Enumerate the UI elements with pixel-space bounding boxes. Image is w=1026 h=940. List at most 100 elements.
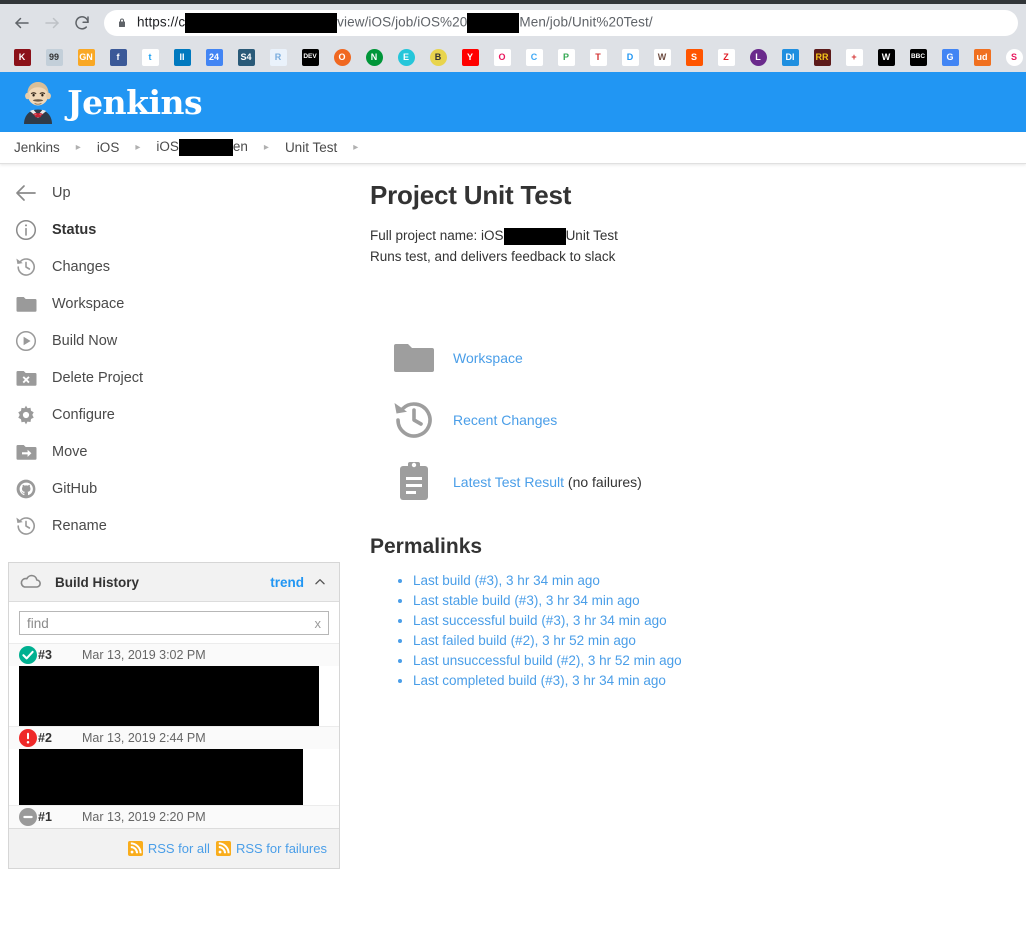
- bookmark-nginx[interactable]: N: [358, 45, 390, 69]
- sidebar-item-rename[interactable]: Rename: [0, 507, 360, 544]
- recent-changes-link[interactable]: Recent Changes: [453, 412, 557, 428]
- bookmark-sync-circle[interactable]: S: [998, 45, 1026, 69]
- bookmark-google-play[interactable]: P: [550, 45, 582, 69]
- build-history-search-wrap: x: [9, 602, 339, 643]
- jenkins-header: Jenkins: [0, 72, 1026, 132]
- bookmark-water-drop[interactable]: D: [614, 45, 646, 69]
- bookmark-99designs[interactable]: 99: [38, 45, 70, 69]
- bookmark-twitter[interactable]: t: [134, 45, 166, 69]
- sidebar-item-move[interactable]: Move: [0, 433, 360, 470]
- back-button[interactable]: [8, 9, 36, 37]
- bookmark-di-logo[interactable]: DI: [774, 45, 806, 69]
- sidebar-item-workspace[interactable]: Workspace: [0, 285, 360, 322]
- bookmark-google-star[interactable]: G: [934, 45, 966, 69]
- bookmark-cloud-down[interactable]: C: [518, 45, 550, 69]
- bookmark-reset-loop[interactable]: O: [486, 45, 518, 69]
- rss-for-all-link[interactable]: RSS for all: [127, 841, 210, 856]
- jenkins-home-link[interactable]: Jenkins: [18, 80, 203, 124]
- chevron-up-icon[interactable]: [313, 575, 327, 589]
- url-prefix: https://c: [137, 14, 186, 30]
- forward-button[interactable]: [38, 9, 66, 37]
- bookmark-trello[interactable]: II: [166, 45, 198, 69]
- reload-button[interactable]: [68, 9, 96, 37]
- bookmark-kaltura[interactable]: K: [6, 45, 38, 69]
- breadcrumb-item-ios-redacted[interactable]: iOS en: [156, 139, 248, 156]
- permalink-item[interactable]: Last completed build (#3), 3 hr 34 min a…: [413, 671, 1006, 691]
- bookmark-red-swoosh[interactable]: Z: [710, 45, 742, 69]
- browser-toolbar: https://c view/iOS/job/iOS%20 Men/job/Unit…: [0, 4, 1026, 42]
- bookmark-red-cross[interactable]: +: [838, 45, 870, 69]
- build-history-footer: RSS for all RSS for failures: [9, 828, 339, 868]
- permalinks-list: Last build (#3), 3 hr 34 min agoLast sta…: [370, 571, 1006, 691]
- red-cross-icon: +: [845, 48, 863, 66]
- bookmark-openvpn[interactable]: O: [326, 45, 358, 69]
- sidebar-item-configure[interactable]: Configure: [0, 396, 360, 433]
- build-search-box[interactable]: x: [19, 611, 329, 635]
- bookmark-wifi-signal[interactable]: W: [646, 45, 678, 69]
- sidebar-item-changes[interactable]: Changes: [0, 248, 360, 285]
- sidebar-item-delete-project[interactable]: Delete Project: [0, 359, 360, 396]
- permalink-item[interactable]: Last stable build (#3), 3 hr 34 min ago: [413, 591, 1006, 611]
- bookmark-s4[interactable]: S4: [230, 45, 262, 69]
- sidebar-item-build-now[interactable]: Build Now: [0, 322, 360, 359]
- build-row[interactable]: #1 Mar 13, 2019 2:20 PM: [9, 805, 339, 828]
- address-bar[interactable]: https://c view/iOS/job/iOS%20 Men/job/Unit…: [104, 10, 1018, 36]
- bookmark-google-news[interactable]: GN: [70, 45, 102, 69]
- bookmark-ud-logo[interactable]: ud: [966, 45, 998, 69]
- url-suffix: Men/job/Unit%20Test/: [519, 14, 653, 30]
- bookmark-w-spr[interactable]: W: [870, 45, 902, 69]
- bookmark-rr-logo[interactable]: RR: [806, 45, 838, 69]
- bookmark-thermometer[interactable]: T: [582, 45, 614, 69]
- workspace-link[interactable]: Workspace: [453, 350, 523, 366]
- folder-arrow-icon: [16, 444, 37, 460]
- build-search-input[interactable]: [27, 615, 309, 631]
- build-number[interactable]: #2: [38, 731, 72, 745]
- bookmark-calendar-24[interactable]: 24: [198, 45, 230, 69]
- trend-link[interactable]: trend: [270, 575, 304, 590]
- permalink-item[interactable]: Last failed build (#2), 3 hr 52 min ago: [413, 631, 1006, 651]
- breadcrumb-item-ios[interactable]: iOS: [97, 140, 120, 155]
- breadcrumb-item-jenkins[interactable]: Jenkins: [14, 140, 60, 155]
- permalink-item[interactable]: Last unsuccessful build (#2), 3 hr 52 mi…: [413, 651, 1006, 671]
- build-number[interactable]: #1: [38, 810, 72, 824]
- rss-for-failures-link[interactable]: RSS for failures: [215, 841, 327, 856]
- bookmark-soundcloud[interactable]: S: [678, 45, 710, 69]
- latest-test-result-action-text: Latest Test Result (no failures): [453, 474, 642, 490]
- permalink-item[interactable]: Last successful build (#3), 3 hr 34 min …: [413, 611, 1006, 631]
- sidebar-item-status[interactable]: Status: [0, 211, 360, 248]
- bookmark-purple-badge[interactable]: L: [742, 45, 774, 69]
- permalink-item[interactable]: Last build (#3), 3 hr 34 min ago: [413, 571, 1006, 591]
- sidebar-item-github[interactable]: GitHub: [0, 470, 360, 507]
- bookmark-facebook[interactable]: f: [102, 45, 134, 69]
- build-row[interactable]: #2 Mar 13, 2019 2:44 PM: [9, 726, 339, 749]
- bookmark-evernote[interactable]: E: [390, 45, 422, 69]
- latest-test-result-action[interactable]: Latest Test Result (no failures): [370, 451, 1006, 513]
- bookmark-r-project[interactable]: R: [262, 45, 294, 69]
- reset-loop-icon: O: [493, 48, 511, 66]
- jenkins-wordmark: Jenkins: [67, 82, 203, 122]
- sidebar-item-label: Configure: [52, 406, 115, 423]
- breadcrumb-item-unit-test[interactable]: Unit Test: [285, 140, 337, 155]
- sidebar-item-label: Rename: [52, 517, 107, 534]
- build-number[interactable]: #3: [38, 648, 72, 662]
- bookmarks-bar: K 99 GN f t II 24 S4 R DEV O N E B Y O C P T D W S Z L DI RR + W BBC…: [0, 42, 1026, 72]
- build-row[interactable]: #3 Mar 13, 2019 3:02 PM: [9, 643, 339, 666]
- info-circle-icon: [15, 219, 37, 240]
- di-logo-icon: DI: [781, 48, 799, 66]
- workspace-action[interactable]: Workspace: [370, 327, 1006, 389]
- build-history-panel: Build History trend x #3 Mar 13, 2019 3:0…: [8, 562, 340, 869]
- latest-test-result-link[interactable]: Latest Test Result: [453, 474, 564, 490]
- breadcrumb-item-label: iOS: [156, 139, 179, 155]
- sidebar-item-up[interactable]: Up: [0, 174, 360, 211]
- breadcrumb-separator: ▸: [263, 142, 269, 153]
- bookmark-smiley[interactable]: B: [422, 45, 454, 69]
- bookmark-bbc[interactable]: BBC: [902, 45, 934, 69]
- bookmark-youtube[interactable]: Y: [454, 45, 486, 69]
- build-timestamp: Mar 13, 2019 2:20 PM: [82, 810, 206, 824]
- bookmark-dev-to[interactable]: DEV: [294, 45, 326, 69]
- lock-icon: [119, 18, 125, 27]
- recent-changes-action[interactable]: Recent Changes: [370, 389, 1006, 451]
- history-clock-icon: [16, 257, 35, 276]
- clear-search-icon[interactable]: x: [309, 616, 322, 631]
- sidebar-item-label: Up: [52, 184, 71, 201]
